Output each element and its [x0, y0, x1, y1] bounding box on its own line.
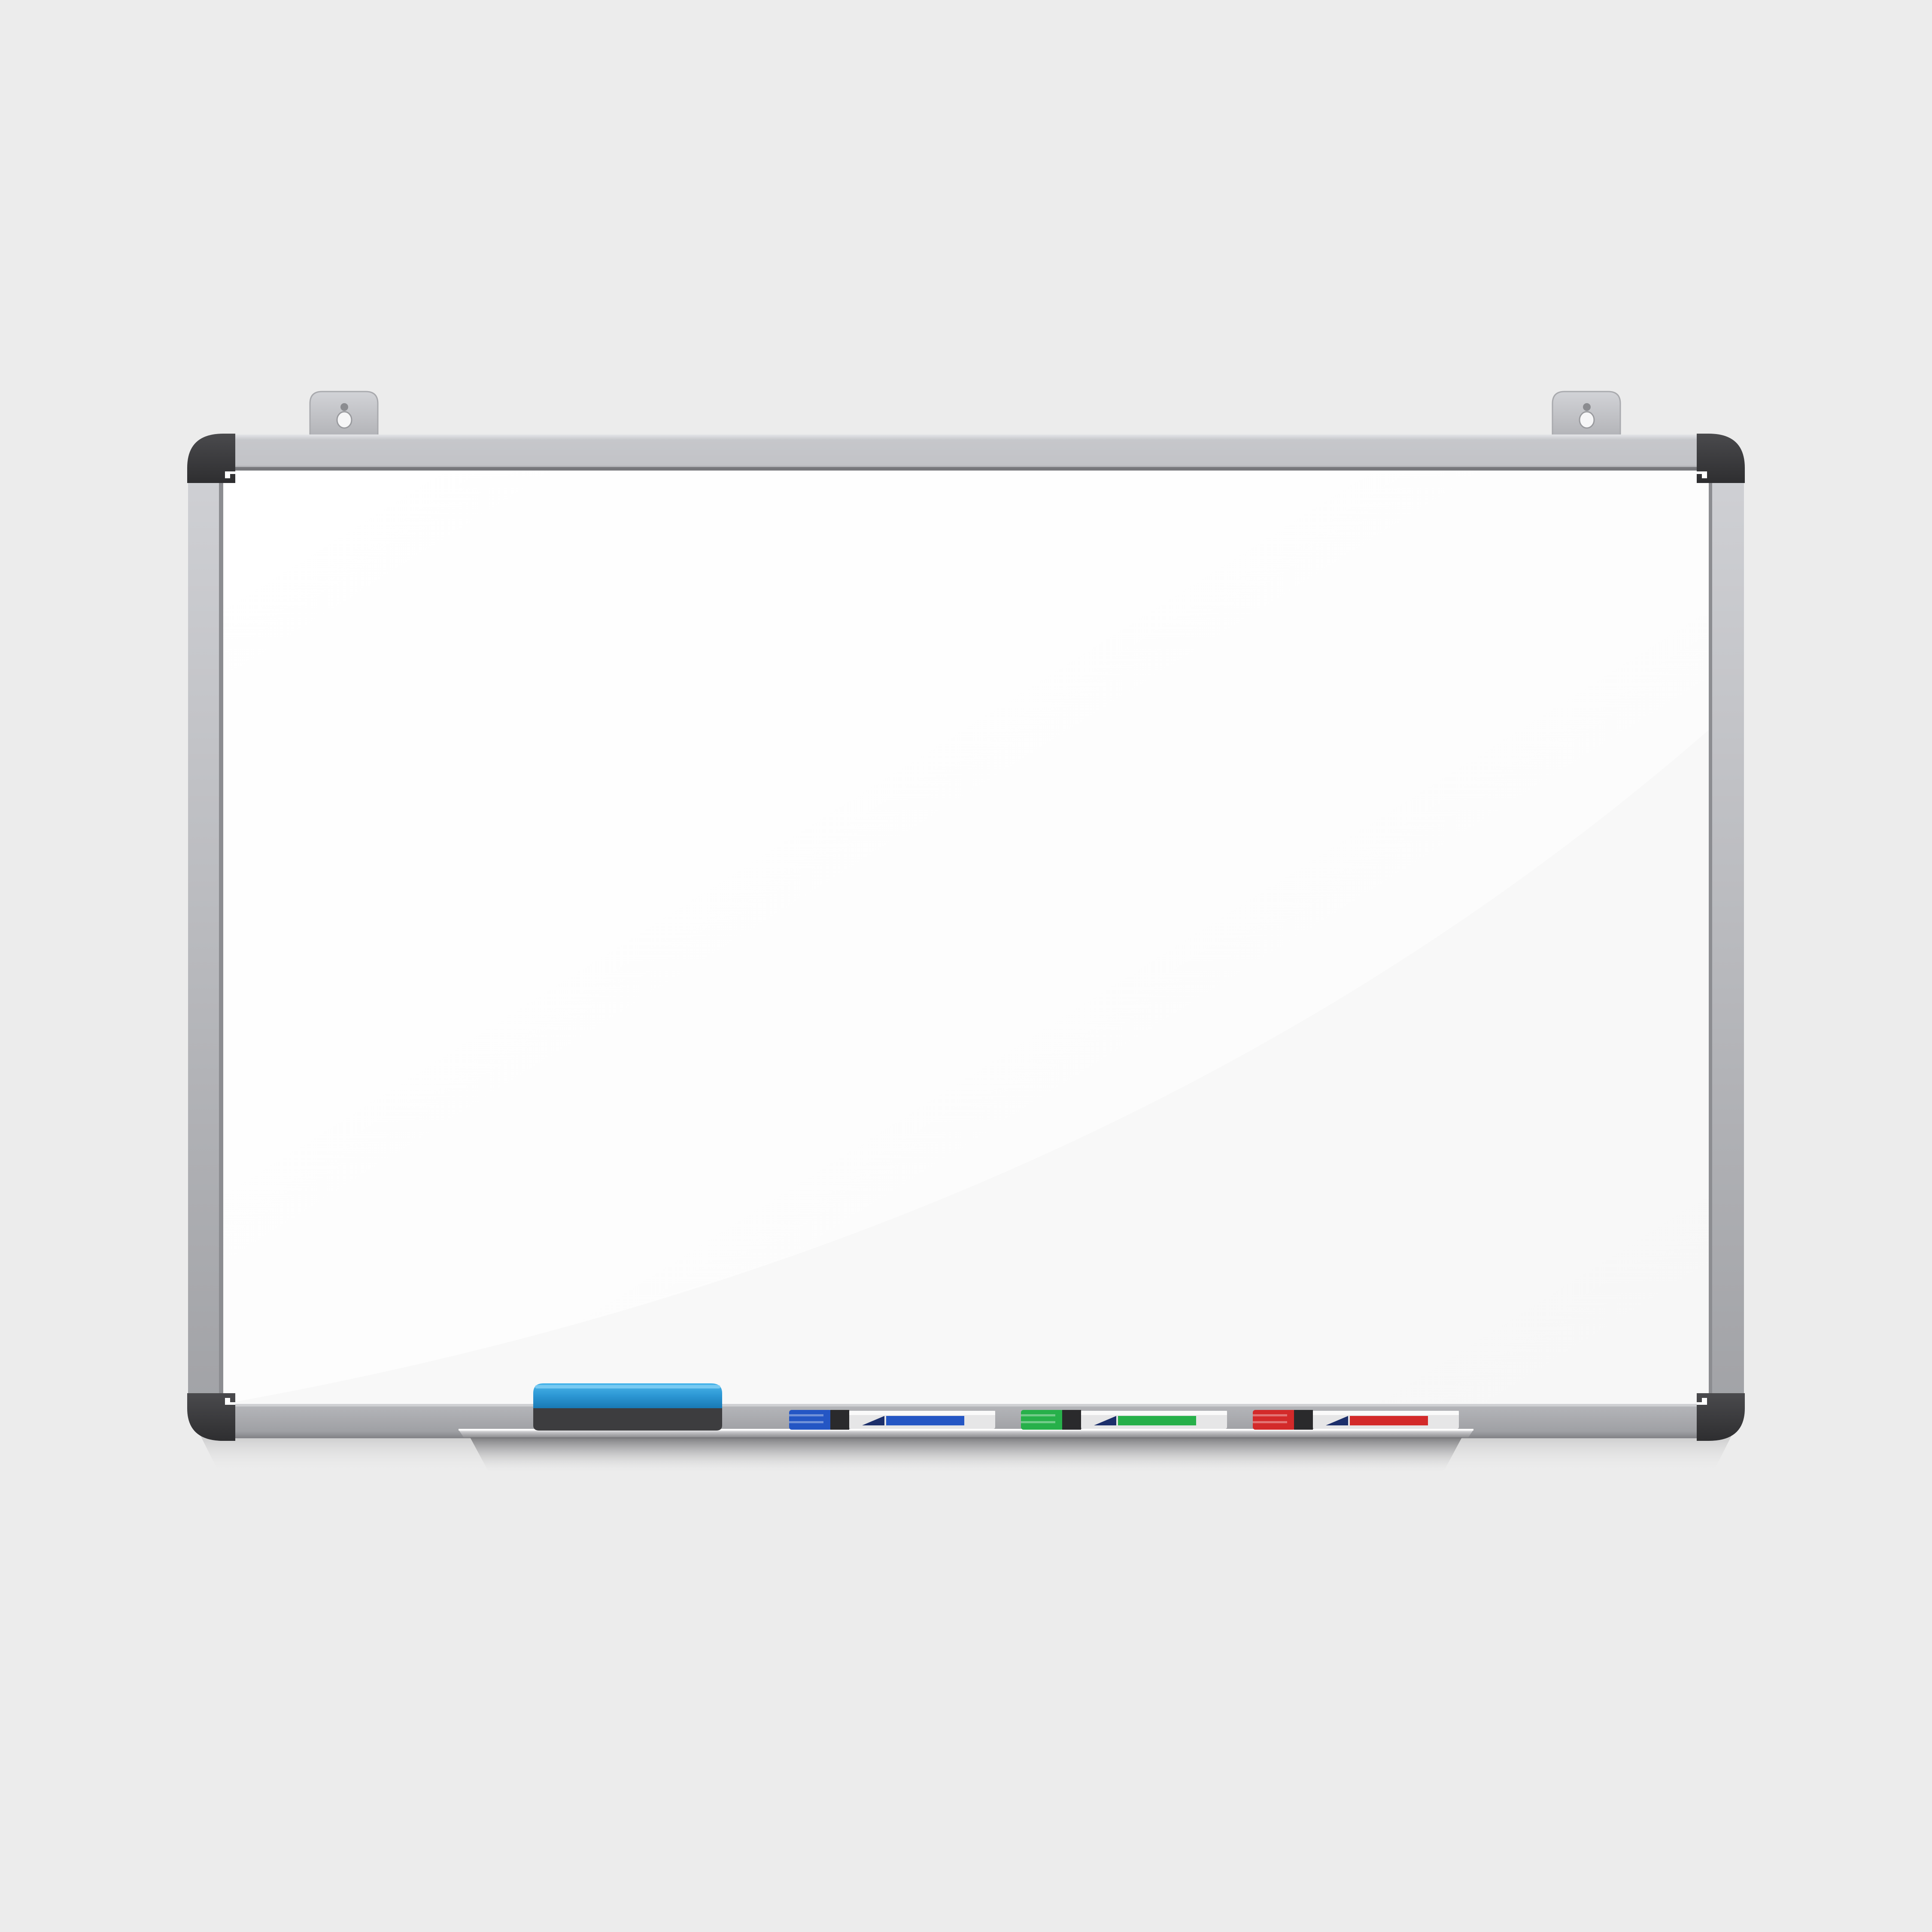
frame-left-rail [188, 472, 224, 1400]
corner-cap-top-left [187, 434, 235, 483]
blue-marker[interactable] [789, 1410, 995, 1430]
eraser[interactable] [533, 1383, 722, 1431]
markers [789, 1410, 1459, 1430]
frame-right-rail [1709, 472, 1744, 1400]
corner-cap-top-right [1697, 434, 1745, 483]
corner-cap-bottom-left [187, 1393, 235, 1441]
marker-tray [459, 1429, 1473, 1473]
screw-icon [1579, 411, 1595, 429]
corner-cap-bottom-right [1697, 1393, 1745, 1441]
red-marker[interactable] [1253, 1410, 1459, 1430]
left-hanger [309, 391, 379, 437]
green-marker[interactable] [1021, 1410, 1227, 1430]
frame-top-rail [223, 434, 1709, 471]
screw-icon [336, 411, 352, 429]
right-hanger [1552, 391, 1621, 437]
whiteboard-scene [187, 391, 1745, 1473]
